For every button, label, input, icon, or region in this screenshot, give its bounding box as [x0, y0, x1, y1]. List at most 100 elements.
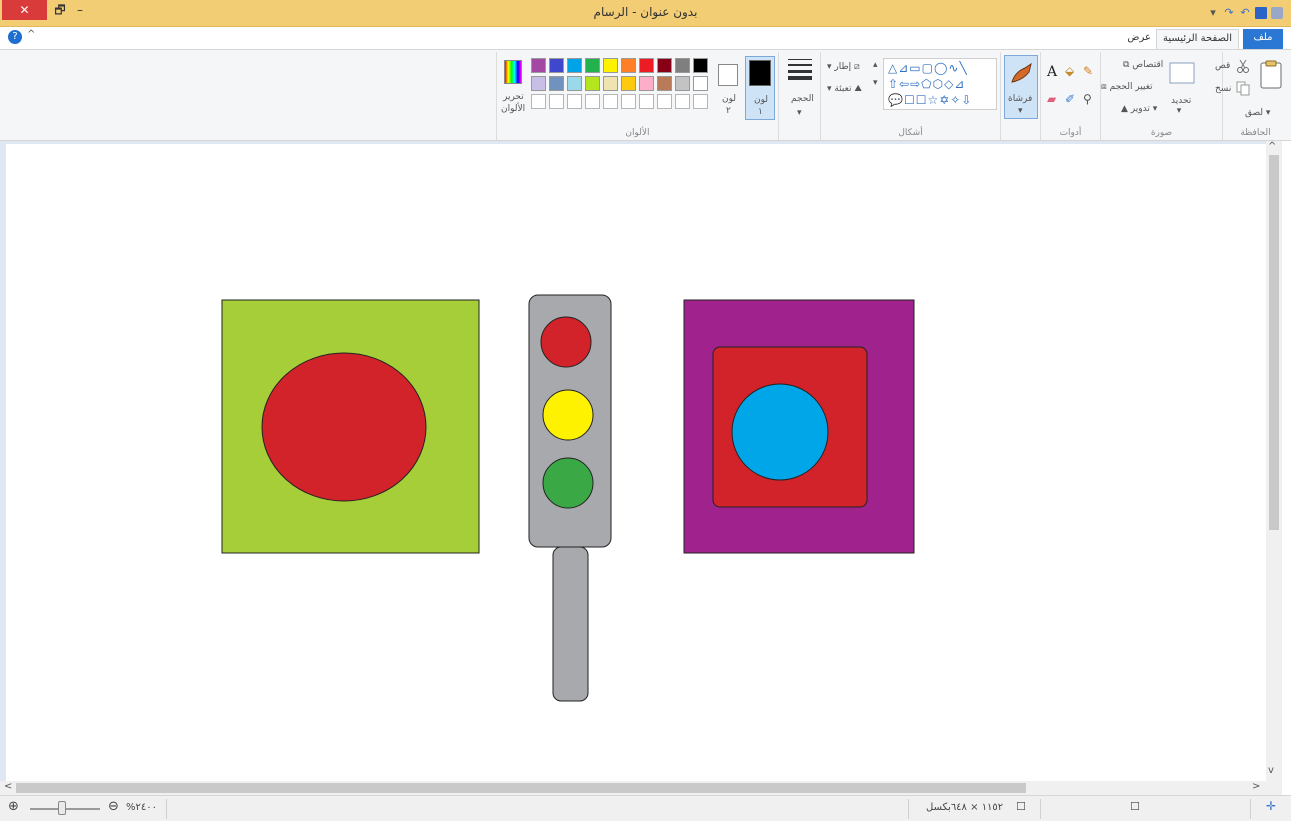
custom-color-slot[interactable]	[567, 94, 582, 109]
scroll-right-icon[interactable]: >	[1252, 781, 1260, 792]
shapes-row-1[interactable]: △⊿▭▢◯∿╲	[888, 61, 968, 75]
size-dropdown-icon[interactable]: ▾	[797, 108, 802, 118]
palette-color-swatch[interactable]	[657, 76, 672, 91]
palette-color-swatch[interactable]	[675, 58, 690, 73]
custom-color-slot[interactable]	[585, 94, 600, 109]
select-button[interactable]: تحديد ▾	[1171, 96, 1191, 116]
palette-color-swatch[interactable]	[639, 58, 654, 73]
collapse-ribbon-icon[interactable]: ^	[27, 29, 35, 40]
tools-group-label: أدوات	[1059, 128, 1082, 138]
color-picker-icon[interactable]: ✐	[1065, 92, 1075, 106]
palette-color-swatch[interactable]	[585, 76, 600, 91]
status-separator	[166, 799, 167, 819]
text-tool-icon[interactable]: A	[1047, 64, 1057, 80]
canvas-area	[0, 141, 1266, 781]
customize-qat-icon[interactable]: ▾	[1207, 7, 1219, 19]
select-icon[interactable]	[1169, 62, 1195, 84]
palette-color-swatch[interactable]	[657, 58, 672, 73]
vertical-scrollbar[interactable]: ^ v	[1266, 141, 1282, 781]
palette-color-swatch[interactable]	[531, 58, 546, 73]
brushes-button[interactable]: فرشاة ▾	[1004, 55, 1038, 119]
color-palette[interactable]	[531, 58, 711, 118]
custom-color-slot[interactable]	[603, 94, 618, 109]
size-icon[interactable]	[788, 58, 812, 80]
horizontal-scrollbar[interactable]: < >	[0, 781, 1282, 795]
paste-icon[interactable]	[1259, 60, 1283, 90]
palette-color-swatch[interactable]	[693, 58, 708, 73]
pencil-icon[interactable]: ✎	[1083, 64, 1093, 78]
custom-color-slot[interactable]	[621, 94, 636, 109]
custom-color-slot[interactable]	[639, 94, 654, 109]
drawing	[221, 294, 915, 702]
palette-color-swatch[interactable]	[675, 76, 690, 91]
custom-color-slot[interactable]	[657, 94, 672, 109]
edit-colors-icon	[504, 60, 522, 84]
save-icon[interactable]	[1255, 7, 1267, 19]
paste-button[interactable]: لصق ▾	[1245, 108, 1270, 118]
custom-color-slot[interactable]	[675, 94, 690, 109]
fill-button[interactable]: ▾ تعبئة ⛰	[827, 84, 862, 94]
brushes-group: فرشاة ▾	[1000, 52, 1040, 140]
palette-color-swatch[interactable]	[693, 76, 708, 91]
color2-button[interactable]: لون ٢	[715, 56, 743, 120]
resize-button[interactable]: ⧈ تغيير الحجم	[1101, 82, 1153, 92]
shapes-scroll-up-icon[interactable]: ▴	[873, 60, 878, 70]
horizontal-scroll-thumb[interactable]	[16, 783, 1026, 793]
size-label: الحجم	[791, 94, 814, 104]
custom-color-slot[interactable]	[693, 94, 708, 109]
fill-tool-icon[interactable]: ⬙	[1065, 64, 1074, 78]
vertical-scroll-thumb[interactable]	[1269, 155, 1279, 530]
window-title: بدون عنوان - الرسام	[593, 5, 698, 19]
palette-color-swatch[interactable]	[621, 58, 636, 73]
title-bar: ✕ 🗗 – بدون عنوان - الرسام ↶ ↷ ▾	[0, 0, 1291, 27]
zoom-slider-thumb[interactable]	[58, 801, 66, 815]
redo-icon[interactable]: ↷	[1223, 7, 1235, 19]
undo-icon[interactable]: ↶	[1239, 7, 1251, 19]
shapes-scroll-down-icon[interactable]: ▾	[873, 78, 878, 88]
eraser-icon[interactable]: ▰	[1047, 92, 1056, 106]
palette-color-swatch[interactable]	[603, 58, 618, 73]
scroll-up-icon[interactable]: ^	[1268, 141, 1276, 152]
crop-button[interactable]: ⧉ اقتصاص	[1123, 60, 1163, 70]
edit-colors-button[interactable]: تحرير الألوان	[499, 58, 527, 120]
blue-circle	[731, 383, 829, 481]
custom-color-slot[interactable]	[549, 94, 564, 109]
custom-color-slot[interactable]	[531, 94, 546, 109]
tab-view[interactable]: عرض	[1121, 29, 1157, 49]
image-group: تحديد ▾ ⧉ اقتصاص ⧈ تغيير الحجم ▲ تدوير ▾…	[1100, 52, 1222, 140]
palette-color-swatch[interactable]	[585, 58, 600, 73]
red-light	[540, 316, 592, 368]
shapes-row-2[interactable]: ⇧⇦⇨⬠⬡◇⊿	[888, 77, 965, 91]
palette-color-swatch[interactable]	[621, 76, 636, 91]
help-icon[interactable]: ?	[8, 30, 22, 44]
outline-button[interactable]: ▾ إطار ⧄	[827, 62, 860, 72]
zoom-level: %٢٤٠٠	[126, 802, 157, 813]
green-light	[542, 457, 594, 509]
magnifier-icon[interactable]: ⚲	[1083, 92, 1092, 106]
zoom-out-icon[interactable]: ⊖	[108, 799, 119, 814]
palette-color-swatch[interactable]	[567, 58, 582, 73]
palette-color-swatch[interactable]	[549, 58, 564, 73]
tab-file[interactable]: ملف	[1243, 29, 1283, 49]
edit-colors-label-1: تحرير	[503, 92, 524, 102]
rotate-button[interactable]: ▲ تدوير ▾	[1121, 104, 1157, 114]
palette-color-swatch[interactable]	[603, 76, 618, 91]
zoom-in-icon[interactable]: ⊕	[8, 799, 19, 814]
brush-icon	[1011, 62, 1032, 83]
status-separator	[908, 799, 909, 819]
drawing-canvas[interactable]	[6, 144, 1266, 781]
color1-button[interactable]: لون ١	[745, 56, 775, 120]
cut-icon[interactable]	[1235, 58, 1251, 74]
tab-home[interactable]: الصفحة الرئيسية	[1156, 29, 1239, 49]
red-ellipse	[261, 352, 427, 502]
scroll-down-icon[interactable]: v	[1268, 765, 1274, 776]
palette-color-swatch[interactable]	[531, 76, 546, 91]
palette-color-swatch[interactable]	[567, 76, 582, 91]
palette-color-swatch[interactable]	[639, 76, 654, 91]
shapes-group: △⊿▭▢◯∿╲ ⇧⇦⇨⬠⬡◇⊿ 💬☐☐☆✡✧⇩ ▴ ▾ ▾ إطار ⧄ ▾ ت…	[820, 52, 1000, 140]
shapes-row-3[interactable]: 💬☐☐☆✡✧⇩	[888, 93, 972, 107]
copy-icon[interactable]	[1235, 80, 1251, 96]
scroll-left-icon[interactable]: <	[4, 781, 12, 792]
shapes-gallery[interactable]: △⊿▭▢◯∿╲ ⇧⇦⇨⬠⬡◇⊿ 💬☐☐☆✡✧⇩	[883, 58, 997, 110]
palette-color-swatch[interactable]	[549, 76, 564, 91]
